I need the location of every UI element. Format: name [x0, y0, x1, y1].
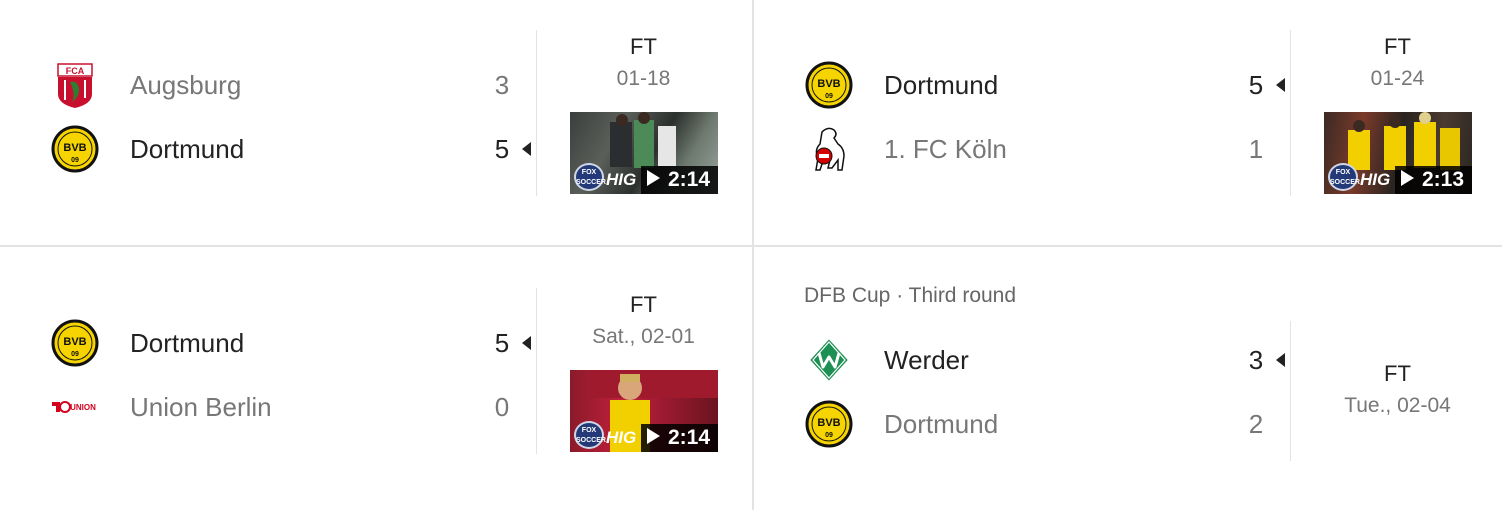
fox-soccer-logo-icon: FOX SOCCER [574, 163, 606, 191]
highlight-label: HIG [606, 170, 637, 189]
team-row-away: BVB 09 Dortmund 5 [50, 124, 540, 174]
match-results-grid: FCA Augsburg 3 BVB 09 Dortmund 5 FT 01-1… [0, 0, 1502, 510]
dortmund-logo-icon: BVB 09 [50, 318, 100, 368]
play-icon [1400, 170, 1414, 187]
team-name: 1. FC Köln [884, 134, 1007, 164]
duration-text: 2:14 [667, 168, 710, 191]
status-label: FT [1384, 34, 1411, 59]
fox-soccer-logo-icon: FOX SOCCER [574, 421, 606, 449]
match-card[interactable]: BVB 09 Dortmund 5 1. FC Köln 1 FT 01-24 [754, 0, 1502, 244]
match-status: FT Tue., 02-04 [1291, 361, 1502, 419]
winner-arrow-icon [522, 336, 531, 350]
team-row-away: BVB 09 Dortmund 2 [804, 399, 1294, 449]
svg-text:09: 09 [71, 351, 79, 358]
svg-text:09: 09 [825, 432, 833, 439]
match-date: 01-18 [616, 67, 671, 90]
play-icon [646, 428, 660, 445]
team-score: 1 [1248, 134, 1264, 164]
competition-label: DFB Cup · Third round [804, 284, 1017, 307]
status-label: FT [630, 34, 657, 59]
dortmund-logo-icon: BVB 09 [804, 399, 854, 449]
team-score: 3 [494, 70, 510, 100]
team-row-home: Werder 3 [804, 335, 1294, 385]
team-name: Dortmund [130, 328, 245, 358]
team-row-away: UNION Union Berlin 0 [50, 382, 540, 432]
dortmund-logo-icon: BVB 09 [50, 124, 100, 174]
svg-text:BVB: BVB [817, 417, 840, 429]
team-score: 5 [1248, 70, 1264, 100]
team-score: 2 [1248, 409, 1264, 439]
team-row-home: BVB 09 Dortmund 5 [804, 60, 1294, 110]
team-score: 5 [494, 328, 510, 358]
team-name: Dortmund [884, 409, 999, 439]
status-label: FT [630, 292, 657, 317]
team-name: Dortmund [884, 70, 999, 100]
dortmund-logo-icon: BVB 09 [804, 60, 854, 110]
status-label: FT [1384, 361, 1411, 386]
fox-soccer-logo-icon: FOX SOCCER [1328, 163, 1360, 191]
koln-logo-icon [804, 124, 854, 174]
team-name: Union Berlin [130, 392, 272, 422]
team-row-home: FCA Augsburg 3 [50, 60, 540, 110]
match-card[interactable]: BVB 09 Dortmund 5 UNION Union Berlin 0 F… [0, 247, 750, 491]
highlight-video-thumbnail[interactable]: FOX SOCCER HIG 2:14 [570, 112, 718, 194]
winner-arrow-icon [1276, 78, 1285, 92]
match-status: FT Sat., 02-01 [537, 292, 750, 350]
union-berlin-logo-icon: UNION [50, 382, 100, 432]
team-score: 0 [494, 392, 510, 422]
augsburg-logo-icon: FCA [50, 60, 100, 110]
video-duration: 2:13 [1394, 166, 1472, 194]
video-duration: 2:14 [640, 166, 718, 194]
winner-arrow-icon [1276, 353, 1285, 367]
duration-text: 2:14 [667, 426, 710, 449]
highlight-video-thumbnail[interactable]: FOX SOCCER HIG 2:14 [570, 370, 718, 452]
svg-text:09: 09 [71, 157, 79, 164]
team-score: 5 [494, 134, 510, 164]
team-row-home: BVB 09 Dortmund 5 [50, 318, 540, 368]
team-row-away: 1. FC Köln 1 [804, 124, 1294, 174]
svg-text:BVB: BVB [63, 142, 86, 154]
team-name: Werder [884, 345, 969, 375]
play-icon [646, 170, 660, 187]
match-status: FT 01-24 [1291, 34, 1502, 92]
match-card[interactable]: DFB Cup · Third round Werder 3 BVB 09 Do… [754, 247, 1502, 491]
team-score: 3 [1248, 345, 1264, 375]
video-duration: 2:14 [640, 424, 718, 452]
match-date: Sat., 02-01 [592, 325, 695, 348]
highlight-label: HIG [1360, 170, 1391, 189]
svg-text:BVB: BVB [817, 78, 840, 90]
svg-text:UNION: UNION [70, 403, 96, 412]
team-name: Augsburg [130, 70, 242, 100]
svg-text:FCA: FCA [66, 66, 85, 76]
match-date: 01-24 [1370, 67, 1425, 90]
match-card[interactable]: FCA Augsburg 3 BVB 09 Dortmund 5 FT 01-1… [0, 0, 750, 244]
svg-text:BVB: BVB [63, 336, 86, 348]
team-name: Dortmund [130, 134, 245, 164]
duration-text: 2:13 [1421, 168, 1464, 191]
werder-logo-icon [804, 335, 854, 385]
highlight-video-thumbnail[interactable]: FOX SOCCER HIG 2:13 [1324, 112, 1472, 194]
winner-arrow-icon [522, 142, 531, 156]
match-status: FT 01-18 [537, 34, 750, 92]
match-date: Tue., 02-04 [1344, 394, 1451, 417]
svg-text:09: 09 [825, 93, 833, 100]
highlight-label: HIG [606, 428, 637, 447]
